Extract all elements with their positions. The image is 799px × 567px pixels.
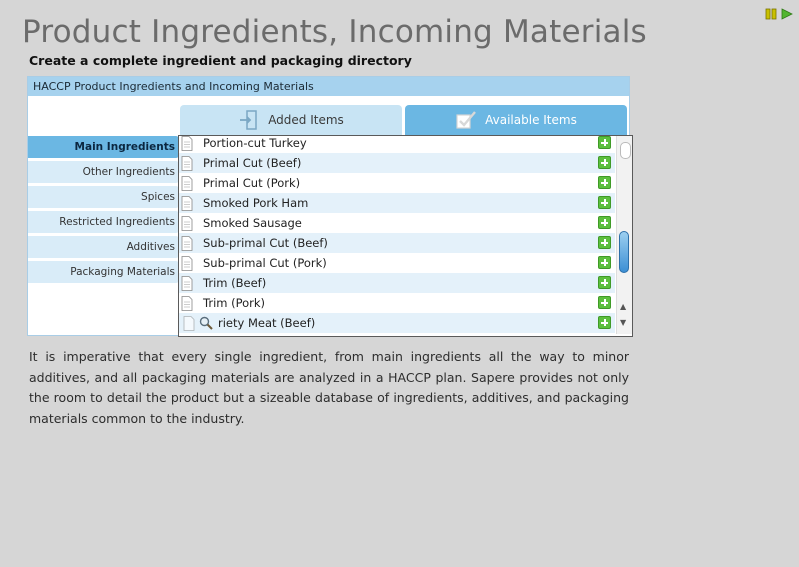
add-item-button[interactable]	[598, 156, 611, 169]
list-item[interactable]: Sub-primal Cut (Pork)	[179, 253, 615, 273]
document-icon	[181, 156, 193, 171]
add-item-button[interactable]	[598, 236, 611, 249]
list-item[interactable]: Portion-cut Turkey	[179, 136, 615, 153]
list-item-label: Trim (Pork)	[203, 296, 266, 310]
tab-added-items-label: Added Items	[268, 113, 344, 127]
page-title: Product Ingredients, Incoming Materials	[22, 14, 647, 50]
list-item[interactable]: riety Meat (Beef)	[179, 313, 615, 333]
list-item[interactable]: Primal Cut (Beef)	[179, 153, 615, 173]
category-restricted-ingredients[interactable]: Restricted Ingredients	[28, 211, 179, 233]
list-item[interactable]: Sub-primal Cut (Beef)	[179, 233, 615, 253]
haccp-panel: HACCP Product Ingredients and Incoming M…	[27, 76, 633, 337]
list-item[interactable]: Trim (Beef)	[179, 273, 615, 293]
list-item-label: Smoked Pork Ham	[203, 196, 309, 210]
document-icon	[181, 276, 193, 291]
document-icon	[181, 176, 193, 191]
document-icon	[181, 216, 193, 231]
add-item-button[interactable]	[598, 276, 611, 289]
scroll-thumb[interactable]	[619, 231, 629, 273]
list-item-label: Primal Cut (Beef)	[203, 156, 302, 170]
category-packaging-materials[interactable]: Packaging Materials	[28, 261, 179, 283]
list-item-label: Trim (Beef)	[203, 276, 267, 290]
scroll-up-icon[interactable]: ▲	[620, 302, 626, 311]
page-subtitle: Create a complete ingredient and packagi…	[29, 53, 412, 68]
pause-icon[interactable]	[765, 8, 777, 20]
document-icon	[181, 136, 193, 151]
scroll-down-icon[interactable]: ▼	[620, 318, 626, 327]
list-item-label: Sub-primal Cut (Pork)	[203, 256, 327, 270]
category-main-ingredients[interactable]: Main Ingredients	[28, 136, 179, 158]
play-icon[interactable]	[781, 8, 793, 20]
list-item[interactable]: Smoked Sausage	[179, 213, 615, 233]
scroll-track	[620, 142, 631, 159]
add-item-button[interactable]	[598, 216, 611, 229]
category-other-ingredients[interactable]: Other Ingredients	[28, 161, 179, 183]
tab-added-items[interactable]: Added Items	[180, 105, 402, 135]
add-item-button[interactable]	[598, 316, 611, 329]
category-additives[interactable]: Additives	[28, 236, 179, 258]
category-spices[interactable]: Spices	[28, 186, 179, 208]
page-description: It is imperative that every single ingre…	[29, 349, 629, 426]
list-item[interactable]: Primal Cut (Pork)	[179, 173, 615, 193]
document-icon	[181, 256, 193, 271]
document-icon	[181, 236, 193, 251]
list-item-label: Smoked Sausage	[203, 216, 302, 230]
add-item-button[interactable]	[598, 296, 611, 309]
tab-bar: Added Items Available Items	[180, 105, 631, 135]
tab-available-items[interactable]: Available Items	[405, 105, 627, 135]
document-icon	[181, 196, 193, 211]
add-item-button[interactable]	[598, 136, 611, 149]
panel-header: HACCP Product Ingredients and Incoming M…	[28, 77, 629, 96]
category-sidebar: Main Ingredients Other Ingredients Spice…	[28, 136, 179, 286]
list-item[interactable]: Trim (Pork)	[179, 293, 615, 313]
document-icon	[181, 296, 193, 311]
list-item-label: Portion-cut Turkey	[203, 136, 307, 150]
available-items-list[interactable]: Portion-cut Turkey Primal Cut (Beef) Pri…	[178, 135, 633, 337]
list-scrollbar[interactable]: ▲ ▼	[616, 136, 632, 334]
add-item-button[interactable]	[598, 256, 611, 269]
checkbox-checked-icon	[456, 111, 477, 129]
list-item-label: Primal Cut (Pork)	[203, 176, 301, 190]
add-item-button[interactable]	[598, 176, 611, 189]
list-item[interactable]: Smoked Pork Ham	[179, 193, 615, 213]
document-icon	[183, 316, 195, 331]
list-item-label: riety Meat (Beef)	[218, 316, 316, 330]
add-item-button[interactable]	[598, 196, 611, 209]
playback-controls	[765, 8, 793, 20]
tab-available-items-label: Available Items	[485, 113, 577, 127]
list-item-label: Sub-primal Cut (Beef)	[203, 236, 328, 250]
search-icon	[199, 316, 213, 330]
door-enter-icon	[240, 110, 257, 130]
